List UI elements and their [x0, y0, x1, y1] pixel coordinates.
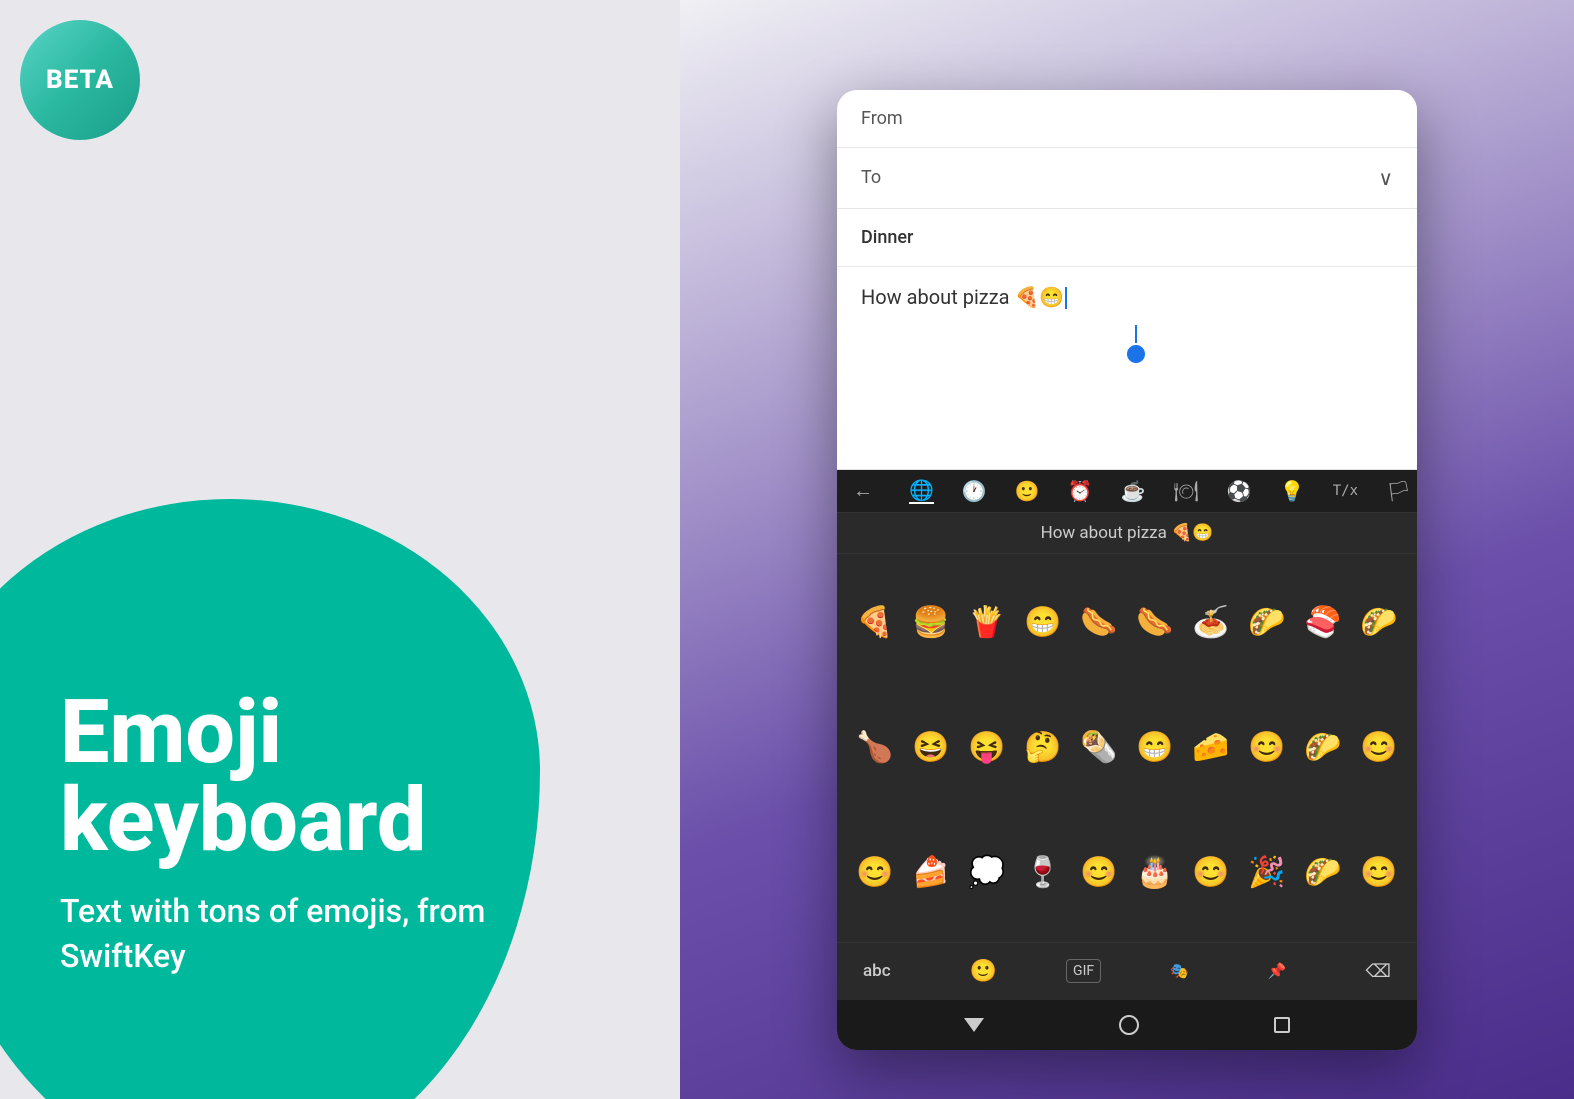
emoji-birthday[interactable]: 🎂 — [1129, 812, 1181, 933]
emoji-thought[interactable]: 💭 — [961, 812, 1013, 933]
emoji-grin[interactable]: 😁 — [1017, 562, 1069, 683]
smiley-icon[interactable]: 🙂 — [1015, 479, 1040, 503]
from-label: From — [861, 108, 903, 129]
emoji-happy[interactable]: 😊 — [849, 812, 901, 933]
emoji-cheese[interactable]: 🧀 — [1185, 687, 1237, 808]
device-mockup: From To ∨ Dinner How about pizza 🍕😁 ← — [837, 90, 1417, 1050]
emoji-wrap2[interactable]: 🌮 — [1297, 812, 1349, 933]
backspace-button[interactable]: ⌫ — [1356, 955, 1401, 988]
right-panel: From To ∨ Dinner How about pizza 🍕😁 ← — [680, 0, 1574, 1099]
bulb-icon[interactable]: 💡 — [1280, 479, 1305, 503]
back-nav-button[interactable] — [964, 1018, 984, 1032]
emoji-hotdog[interactable]: 🌭 — [1129, 562, 1181, 683]
left-content: Emoji keyboard Text with tons of emojis,… — [60, 689, 540, 979]
emoji-burger[interactable]: 🍔 — [905, 562, 957, 683]
clock-icon[interactable]: 🕐 — [962, 479, 987, 503]
emoji-laugh[interactable]: 😆 — [905, 687, 957, 808]
left-panel: BETA Emoji keyboard Text with tons of em… — [0, 0, 680, 1099]
home-nav-button[interactable] — [1119, 1015, 1139, 1035]
subject-text: Dinner — [861, 227, 913, 248]
body-text: How about pizza 🍕😁 — [861, 285, 1064, 309]
email-body[interactable]: How about pizza 🍕😁 — [837, 267, 1417, 367]
prediction-text: How about pizza 🍕😁 — [1041, 523, 1214, 543]
emoji-cake-slice[interactable]: 🍰 — [905, 812, 957, 933]
emoji-xface[interactable]: 😝 — [961, 687, 1013, 808]
email-compose-area: From To ∨ Dinner How about pizza 🍕😁 — [837, 90, 1417, 470]
alarm-icon[interactable]: ⏰ — [1068, 479, 1093, 503]
text-cursor — [1065, 287, 1067, 309]
sticker-button[interactable]: 🎭 — [1160, 956, 1199, 986]
special-chars-icon[interactable]: T/x — [1333, 483, 1358, 499]
android-nav-bar — [837, 1000, 1417, 1050]
emoji-smile4[interactable]: 😊 — [1353, 812, 1405, 933]
emoji-sausage[interactable]: 🌭 — [1073, 562, 1125, 683]
emoji-think[interactable]: 🤔 — [1017, 687, 1069, 808]
recents-nav-button[interactable] — [1274, 1017, 1290, 1033]
emoji-bigsmile[interactable]: 😁 — [1129, 687, 1181, 808]
emoji-smile3[interactable]: 😊 — [1185, 812, 1237, 933]
emoji-smile[interactable]: 😊 — [1241, 687, 1293, 808]
ball-icon[interactable]: ⚽ — [1227, 479, 1252, 503]
gif-button[interactable]: GIF — [1066, 959, 1101, 983]
to-label: To — [861, 167, 881, 188]
back-arrow-icon[interactable]: ← — [853, 478, 873, 503]
emoji-wrap[interactable]: 🌮 — [1297, 687, 1349, 808]
emoji-smile2[interactable]: 😊 — [1073, 812, 1125, 933]
from-field[interactable]: From — [837, 90, 1417, 148]
food-icon[interactable]: 🍽 — [1174, 479, 1199, 503]
keyboard-bottom-bar: abc 🙂 GIF 🎭 📌 ⌫ — [837, 942, 1417, 1000]
chevron-down-icon: ∨ — [1378, 166, 1393, 190]
emoji-wine[interactable]: 🍷 — [1017, 812, 1069, 933]
emoji-grid: 🍕 🍔 🍟 😁 🌭 🌭 🍝 🌮 🍣 🌮 🍗 😆 😝 🤔 🌯 😁 🧀 😊 — [837, 554, 1417, 942]
cursor-drop — [1127, 325, 1145, 363]
emoji-party[interactable]: 🎉 — [1241, 812, 1293, 933]
main-title: Emoji keyboard — [60, 689, 540, 865]
title-line2: keyboard — [60, 769, 426, 872]
prediction-bar: How about pizza 🍕😁 — [837, 513, 1417, 554]
keyboard-area: ← 🌐 🕐 🙂 ⏰ ☕ 🍽 ⚽ 💡 T/x 🏳 How about pizza … — [837, 470, 1417, 1050]
beta-label: BETA — [46, 65, 114, 95]
globe-icon[interactable]: 🌐 — [909, 478, 934, 504]
emoji-fries[interactable]: 🍟 — [961, 562, 1013, 683]
flag-icon[interactable]: 🏳 — [1386, 479, 1411, 503]
pin-button[interactable]: 📌 — [1258, 956, 1297, 986]
beta-badge: BETA — [20, 20, 140, 140]
emoji-pasta[interactable]: 🍝 — [1185, 562, 1237, 683]
subject-field[interactable]: Dinner — [837, 209, 1417, 267]
emoji-chicken[interactable]: 🍗 — [849, 687, 901, 808]
emoji-taco1[interactable]: 🌮 — [1241, 562, 1293, 683]
abc-button[interactable]: abc — [853, 955, 901, 987]
cup-icon[interactable]: ☕ — [1121, 479, 1146, 503]
emoji-sushi[interactable]: 🍣 — [1297, 562, 1349, 683]
emoji-pizza[interactable]: 🍕 — [849, 562, 901, 683]
to-field[interactable]: To ∨ — [837, 148, 1417, 209]
emoji-taco2[interactable]: 🌮 — [1353, 562, 1405, 683]
subtitle: Text with tons of emojis, from SwiftKey — [60, 889, 540, 979]
emoji-burrito[interactable]: 🌯 — [1073, 687, 1125, 808]
emoji-category-bar: ← 🌐 🕐 🙂 ⏰ ☕ 🍽 ⚽ 💡 T/x 🏳 — [837, 470, 1417, 513]
emoji-smileface[interactable]: 😊 — [1353, 687, 1405, 808]
emoji-switch-button[interactable]: 🙂 — [960, 953, 1007, 990]
